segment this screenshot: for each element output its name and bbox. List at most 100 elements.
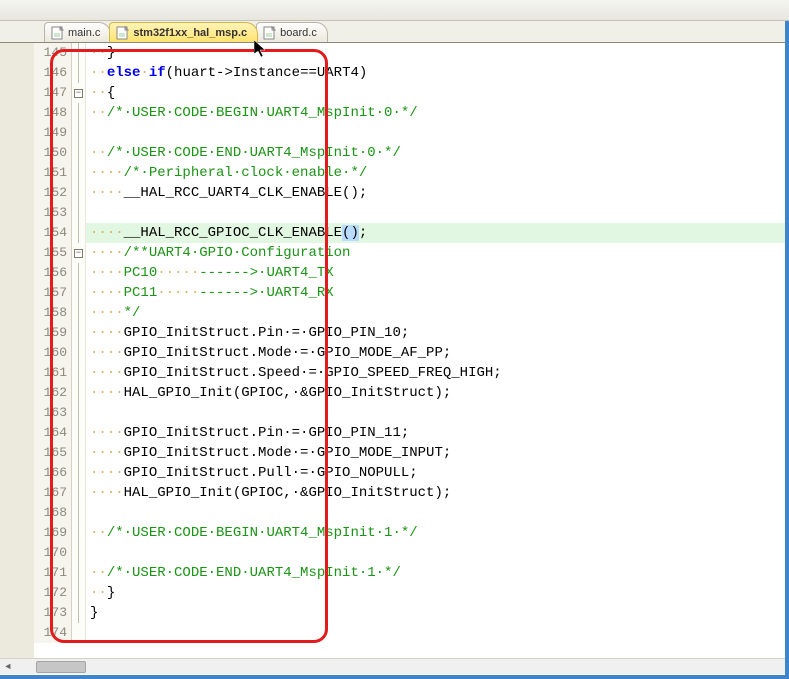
fold-gutter bbox=[72, 583, 86, 603]
code-line[interactable]: 149 bbox=[34, 123, 789, 143]
code-text[interactable]: ····HAL_GPIO_Init(GPIOC,·&GPIO_InitStruc… bbox=[86, 383, 451, 403]
fold-gutter bbox=[72, 483, 86, 503]
code-text[interactable]: ····*/ bbox=[86, 303, 140, 323]
fold-gutter bbox=[72, 123, 86, 143]
fold-gutter[interactable]: − bbox=[72, 243, 86, 263]
code-line[interactable]: 151 ····/*·Peripheral·clock·enable·*/ bbox=[34, 163, 789, 183]
code-line[interactable]: 146 ··else·if(huart->Instance==UART4) bbox=[34, 63, 789, 83]
code-text[interactable]: ····GPIO_InitStruct.Mode·=·GPIO_MODE_INP… bbox=[86, 443, 451, 463]
code-text[interactable]: ····GPIO_InitStruct.Pull·=·GPIO_NOPULL; bbox=[86, 463, 418, 483]
code-text[interactable]: ····GPIO_InitStruct.Pin·=·GPIO_PIN_10; bbox=[86, 323, 409, 343]
fold-gutter bbox=[72, 103, 86, 123]
code-line[interactable]: 156····PC10·····------>·UART4_TX bbox=[34, 263, 789, 283]
code-text[interactable]: ····GPIO_InitStruct.Speed·=·GPIO_SPEED_F… bbox=[86, 363, 502, 383]
fold-gutter bbox=[72, 43, 86, 63]
code-line[interactable]: 159 ····GPIO_InitStruct.Pin·=·GPIO_PIN_10… bbox=[34, 323, 789, 343]
tab-stm32-hal-msp-c[interactable]: stm32f1xx_hal_msp.c bbox=[109, 22, 258, 42]
code-line[interactable]: 152····__HAL_RCC_UART4_CLK_ENABLE(); bbox=[34, 183, 789, 203]
line-number: 148 bbox=[34, 103, 72, 123]
line-number: 164 bbox=[34, 423, 72, 443]
fold-gutter bbox=[72, 503, 86, 523]
code-line[interactable]: 157····PC11·····------>·UART4_RX bbox=[34, 283, 789, 303]
fold-gutter bbox=[72, 343, 86, 363]
fold-gutter bbox=[72, 363, 86, 383]
fold-gutter[interactable]: − bbox=[72, 83, 86, 103]
line-number: 146 bbox=[34, 63, 72, 83]
code-text[interactable]: ··else·if(huart->Instance==UART4) bbox=[86, 63, 367, 83]
code-text[interactable]: ····__HAL_RCC_GPIOC_CLK_ENABLE(); bbox=[86, 223, 367, 243]
line-number: 162 bbox=[34, 383, 72, 403]
tab-label: main.c bbox=[68, 27, 100, 39]
code-text[interactable]: ··/*·USER·CODE·BEGIN·UART4_MspInit·0·*/ bbox=[86, 103, 418, 123]
code-line[interactable]: 169 ··/*·USER·CODE·BEGIN·UART4_MspInit·1·… bbox=[34, 523, 789, 543]
line-number: 170 bbox=[34, 543, 72, 563]
code-line[interactable]: 164 ····GPIO_InitStruct.Pin·=·GPIO_PIN_11… bbox=[34, 423, 789, 443]
code-line[interactable]: 148 ··/*·USER·CODE·BEGIN·UART4_MspInit·0·… bbox=[34, 103, 789, 123]
line-number: 154 bbox=[34, 223, 72, 243]
line-number: 145 bbox=[34, 43, 72, 63]
fold-toggle-icon[interactable]: − bbox=[74, 249, 83, 258]
code-text[interactable]: ····/*·Peripheral·clock·enable·*/ bbox=[86, 163, 367, 183]
code-line[interactable]: 147−··{ bbox=[34, 83, 789, 103]
fold-toggle-icon[interactable]: − bbox=[74, 89, 83, 98]
code-line[interactable]: 167 ····HAL_GPIO_Init(GPIOC,·&GPIO_InitSt… bbox=[34, 483, 789, 503]
fold-gutter bbox=[72, 203, 86, 223]
code-line[interactable]: 171··/*·USER·CODE·END·UART4_MspInit·1·*/ bbox=[34, 563, 789, 583]
line-number: 169 bbox=[34, 523, 72, 543]
tab-label: stm32f1xx_hal_msp.c bbox=[133, 27, 247, 39]
code-text[interactable]: ··{ bbox=[86, 83, 115, 103]
code-text[interactable]: ··/*·USER·CODE·END·UART4_MspInit·1·*/ bbox=[86, 563, 401, 583]
scroll-thumb[interactable] bbox=[36, 661, 86, 673]
line-number: 172 bbox=[34, 583, 72, 603]
code-line[interactable]: 165····GPIO_InitStruct.Mode·=·GPIO_MODE_… bbox=[34, 443, 789, 463]
code-line[interactable]: 170 bbox=[34, 543, 789, 563]
fold-gutter bbox=[72, 383, 86, 403]
code-text[interactable]: ····PC11·····------>·UART4_RX bbox=[86, 283, 334, 303]
code-line[interactable]: 155−····/**UART4·GPIO·Configuration bbox=[34, 243, 789, 263]
code-line[interactable]: 166····GPIO_InitStruct.Pull·=·GPIO_NOPUL… bbox=[34, 463, 789, 483]
code-text[interactable]: ····__HAL_RCC_UART4_CLK_ENABLE(); bbox=[86, 183, 367, 203]
code-text[interactable]: ··} bbox=[86, 583, 115, 603]
line-number: 159 bbox=[34, 323, 72, 343]
code-line[interactable]: 160····GPIO_InitStruct.Mode·=·GPIO_MODE_… bbox=[34, 343, 789, 363]
horizontal-scrollbar[interactable]: ◄ bbox=[0, 658, 789, 674]
code-line[interactable]: 162 ····HAL_GPIO_Init(GPIOC,·&GPIO_InitSt… bbox=[34, 383, 789, 403]
code-text[interactable]: } bbox=[86, 603, 98, 623]
fold-gutter bbox=[72, 523, 86, 543]
code-line[interactable]: 168 bbox=[34, 503, 789, 523]
code-line[interactable]: 158····*/ bbox=[34, 303, 789, 323]
code-line[interactable]: 161····GPIO_InitStruct.Speed·=·GPIO_SPEE… bbox=[34, 363, 789, 383]
code-line[interactable]: 153 bbox=[34, 203, 789, 223]
tab-label: board.c bbox=[280, 27, 317, 39]
code-text[interactable]: ··} bbox=[86, 43, 115, 63]
code-line[interactable]: 174 bbox=[34, 623, 789, 643]
code-text[interactable]: ··/*·USER·CODE·BEGIN·UART4_MspInit·1·*/ bbox=[86, 523, 418, 543]
line-number: 167 bbox=[34, 483, 72, 503]
code-text[interactable]: ····PC10·····------>·UART4_TX bbox=[86, 263, 334, 283]
code-line[interactable]: 163 bbox=[34, 403, 789, 423]
code-text[interactable]: ····HAL_GPIO_Init(GPIOC,·&GPIO_InitStruc… bbox=[86, 483, 451, 503]
fold-gutter bbox=[72, 303, 86, 323]
tab-main-c[interactable]: main.c bbox=[44, 22, 111, 42]
tab-board-c[interactable]: board.c bbox=[256, 22, 328, 42]
code-line[interactable]: 154 ····__HAL_RCC_GPIOC_CLK_ENABLE(); bbox=[34, 223, 789, 243]
code-text[interactable]: ··/*·USER·CODE·END·UART4_MspInit·0·*/ bbox=[86, 143, 401, 163]
code-line[interactable]: 150··/*·USER·CODE·END·UART4_MspInit·0·*/ bbox=[34, 143, 789, 163]
fold-gutter bbox=[72, 603, 86, 623]
tab-bar: main.c stm32f1xx_hal_msp.c board.c bbox=[0, 21, 789, 43]
code-line[interactable]: 172 ··} bbox=[34, 583, 789, 603]
code-editor[interactable]: 145 ··} 146 ··else·if(huart->Instance==UART… bbox=[34, 43, 789, 658]
code-text[interactable]: ····/**UART4·GPIO·Configuration bbox=[86, 243, 350, 263]
fold-gutter bbox=[72, 443, 86, 463]
fold-gutter bbox=[72, 163, 86, 183]
code-text[interactable]: ····GPIO_InitStruct.Pin·=·GPIO_PIN_11; bbox=[86, 423, 409, 443]
top-toolbar-strip bbox=[0, 0, 789, 21]
fold-gutter bbox=[72, 563, 86, 583]
line-number: 151 bbox=[34, 163, 72, 183]
code-line[interactable]: 145 ··} bbox=[34, 43, 789, 63]
code-text[interactable]: ····GPIO_InitStruct.Mode·=·GPIO_MODE_AF_… bbox=[86, 343, 451, 363]
fold-gutter bbox=[72, 403, 86, 423]
scroll-left-arrow[interactable]: ◄ bbox=[0, 659, 16, 675]
fold-gutter bbox=[72, 423, 86, 443]
code-line[interactable]: 173} bbox=[34, 603, 789, 623]
